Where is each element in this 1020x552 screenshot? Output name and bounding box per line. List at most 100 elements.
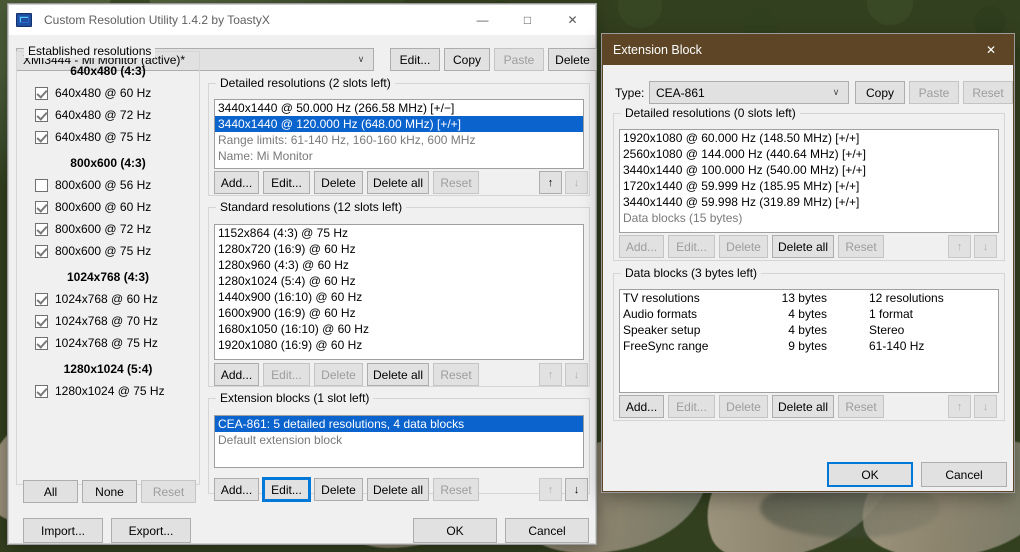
ext-datablocks-add-button[interactable]: Add... — [619, 395, 664, 418]
list-item[interactable]: 3440x1440 @ 100.000 Hz (540.00 MHz) [+/+… — [620, 162, 998, 178]
list-item[interactable]: Data blocks (15 bytes) — [620, 210, 998, 226]
list-item[interactable]: 1720x1440 @ 59.999 Hz (185.95 MHz) [+/+] — [620, 178, 998, 194]
established-checkbox-row[interactable]: 1280x1024 @ 75 Hz — [17, 380, 199, 402]
export-button[interactable]: Export... — [111, 518, 191, 543]
checkbox-checked-icon[interactable] — [35, 87, 48, 100]
table-row[interactable]: Audio formats4 bytes1 format — [620, 306, 998, 322]
table-row[interactable]: TV resolutions13 bytes12 resolutions — [620, 290, 998, 306]
established-checkbox-label: 800x600 @ 72 Hz — [55, 222, 151, 236]
established-checkbox-row[interactable]: 800x600 @ 60 Hz — [17, 196, 199, 218]
established-reset-button: Reset — [141, 480, 196, 503]
detailed-delete-all-button[interactable]: Delete all — [367, 171, 429, 194]
extblocks-delete-button[interactable]: Delete — [314, 478, 363, 501]
list-item[interactable]: 1440x900 (16:10) @ 60 Hz — [215, 289, 583, 305]
table-row[interactable]: Speaker setup4 bytesStereo — [620, 322, 998, 338]
main-cancel-button[interactable]: Cancel — [505, 518, 589, 543]
established-checkbox-row[interactable]: 800x600 @ 75 Hz — [17, 240, 199, 262]
list-item[interactable]: 2560x1080 @ 144.000 Hz (440.64 MHz) [+/+… — [620, 146, 998, 162]
checkbox-checked-icon[interactable] — [35, 245, 48, 258]
established-checkbox-row[interactable]: 800x600 @ 56 Hz — [17, 174, 199, 196]
list-item[interactable]: 3440x1440 @ 120.000 Hz (648.00 MHz) [+/+… — [215, 116, 583, 132]
ext-cancel-button[interactable]: Cancel — [921, 462, 1007, 487]
ext-datablocks-list[interactable]: TV resolutions13 bytes12 resolutionsAudi… — [619, 289, 999, 393]
edit-monitor-button[interactable]: Edit... — [390, 48, 440, 71]
standard-resolutions-list[interactable]: 1152x864 (4:3) @ 75 Hz1280x720 (16:9) @ … — [214, 224, 584, 360]
detailed-delete-button[interactable]: Delete — [314, 171, 363, 194]
datablock-size: 13 bytes — [741, 290, 827, 306]
established-checkbox-row[interactable]: 640x480 @ 72 Hz — [17, 104, 199, 126]
standard-delete-all-button[interactable]: Delete all — [367, 363, 429, 386]
ext-detailed-list[interactable]: 1920x1080 @ 60.000 Hz (148.50 MHz) [+/+]… — [619, 129, 999, 233]
list-item[interactable]: 1280x720 (16:9) @ 60 Hz — [215, 241, 583, 257]
established-checkbox-row[interactable]: 1024x768 @ 60 Hz — [17, 288, 199, 310]
maximize-button[interactable]: □ — [505, 5, 550, 35]
extblocks-add-button[interactable]: Add... — [214, 478, 259, 501]
established-checkbox-label: 640x480 @ 72 Hz — [55, 108, 151, 122]
detailed-resolutions-list[interactable]: 3440x1440 @ 50.000 Hz (266.58 MHz) [+/−]… — [214, 99, 584, 169]
checkbox-checked-icon[interactable] — [35, 337, 48, 350]
ext-close-button[interactable]: ✕ — [969, 35, 1013, 65]
extblocks-edit-button[interactable]: Edit... — [263, 478, 310, 501]
established-checkbox-row[interactable]: 1024x768 @ 75 Hz — [17, 332, 199, 354]
checkbox-checked-icon[interactable] — [35, 385, 48, 398]
list-item[interactable]: 1152x864 (4:3) @ 75 Hz — [215, 225, 583, 241]
main-ok-button[interactable]: OK — [413, 518, 497, 543]
list-item[interactable]: 1680x1050 (16:10) @ 60 Hz — [215, 321, 583, 337]
extblocks-delete-all-button[interactable]: Delete all — [367, 478, 429, 501]
ext-datablocks-legend: Data blocks (3 bytes left) — [621, 266, 761, 280]
ext-datablocks-delete-all-button[interactable]: Delete all — [772, 395, 834, 418]
datablock-name: FreeSync range — [623, 338, 741, 354]
established-checkbox-label: 800x600 @ 56 Hz — [55, 178, 151, 192]
minimize-button[interactable]: — — [460, 5, 505, 35]
checkbox-checked-icon[interactable] — [35, 223, 48, 236]
list-item[interactable]: Range limits: 61-140 Hz, 160-160 kHz, 60… — [215, 132, 583, 148]
list-item[interactable]: 1280x1024 (5:4) @ 60 Hz — [215, 273, 583, 289]
checkbox-icon[interactable] — [35, 179, 48, 192]
standard-move-down-button: ↓ — [565, 363, 588, 386]
checkbox-checked-icon[interactable] — [35, 109, 48, 122]
type-select[interactable]: CEA-861 ∨ — [649, 81, 849, 104]
list-item[interactable]: 3440x1440 @ 50.000 Hz (266.58 MHz) [+/−] — [215, 100, 583, 116]
ext-paste-button: Paste — [909, 81, 959, 104]
close-button[interactable]: ✕ — [550, 5, 595, 35]
ext-datablocks-delete-button: Delete — [719, 395, 768, 418]
detailed-add-button[interactable]: Add... — [214, 171, 259, 194]
list-item[interactable]: 3440x1440 @ 59.998 Hz (319.89 MHz) [+/+] — [620, 194, 998, 210]
ext-detailed-delete-all-button[interactable]: Delete all — [772, 235, 834, 258]
established-checkbox-row[interactable]: 640x480 @ 75 Hz — [17, 126, 199, 148]
main-titlebar[interactable]: Custom Resolution Utility 1.4.2 by Toast… — [9, 5, 595, 35]
standard-add-button[interactable]: Add... — [214, 363, 259, 386]
list-item[interactable]: 1920x1080 @ 60.000 Hz (148.50 MHz) [+/+] — [620, 130, 998, 146]
list-item[interactable]: Name: Mi Monitor — [215, 148, 583, 164]
list-item[interactable]: Default extension block — [215, 432, 583, 448]
import-button[interactable]: Import... — [23, 518, 103, 543]
list-item[interactable]: 1280x960 (4:3) @ 60 Hz — [215, 257, 583, 273]
extension-block-dialog: Extension Block ✕ Type: CEA-861 ∨ Copy P… — [602, 34, 1014, 492]
ext-copy-button[interactable]: Copy — [855, 81, 905, 104]
table-row[interactable]: FreeSync range9 bytes61-140 Hz — [620, 338, 998, 354]
checkbox-checked-icon[interactable] — [35, 131, 48, 144]
checkbox-checked-icon[interactable] — [35, 201, 48, 214]
datablock-size: 4 bytes — [741, 322, 827, 338]
list-item[interactable]: 1920x1080 (16:9) @ 60 Hz — [215, 337, 583, 353]
detailed-move-up-button[interactable]: ↑ — [539, 171, 562, 194]
established-checkbox-row[interactable]: 1024x768 @ 70 Hz — [17, 310, 199, 332]
ext-detailed-move-down-button: ↓ — [974, 235, 997, 258]
extblocks-move-down-button[interactable]: ↓ — [565, 478, 588, 501]
extension-blocks-list[interactable]: CEA-861: 5 detailed resolutions, 4 data … — [214, 415, 584, 468]
detailed-edit-button[interactable]: Edit... — [263, 171, 310, 194]
established-checkbox-row[interactable]: 800x600 @ 72 Hz — [17, 218, 199, 240]
list-item[interactable]: 1600x900 (16:9) @ 60 Hz — [215, 305, 583, 321]
established-none-button[interactable]: None — [82, 480, 137, 503]
ext-ok-button[interactable]: OK — [827, 462, 913, 487]
established-checkbox-row[interactable]: 640x480 @ 60 Hz — [17, 82, 199, 104]
ext-titlebar[interactable]: Extension Block ✕ — [603, 35, 1013, 65]
delete-monitor-button[interactable]: Delete — [548, 48, 597, 71]
checkbox-checked-icon[interactable] — [35, 315, 48, 328]
copy-monitor-button[interactable]: Copy — [444, 48, 490, 71]
list-item[interactable]: CEA-861: 5 detailed resolutions, 4 data … — [215, 416, 583, 432]
checkbox-checked-icon[interactable] — [35, 293, 48, 306]
ext-detailed-edit-button: Edit... — [668, 235, 715, 258]
ext-detailed-add-button: Add... — [619, 235, 664, 258]
established-all-button[interactable]: All — [23, 480, 78, 503]
